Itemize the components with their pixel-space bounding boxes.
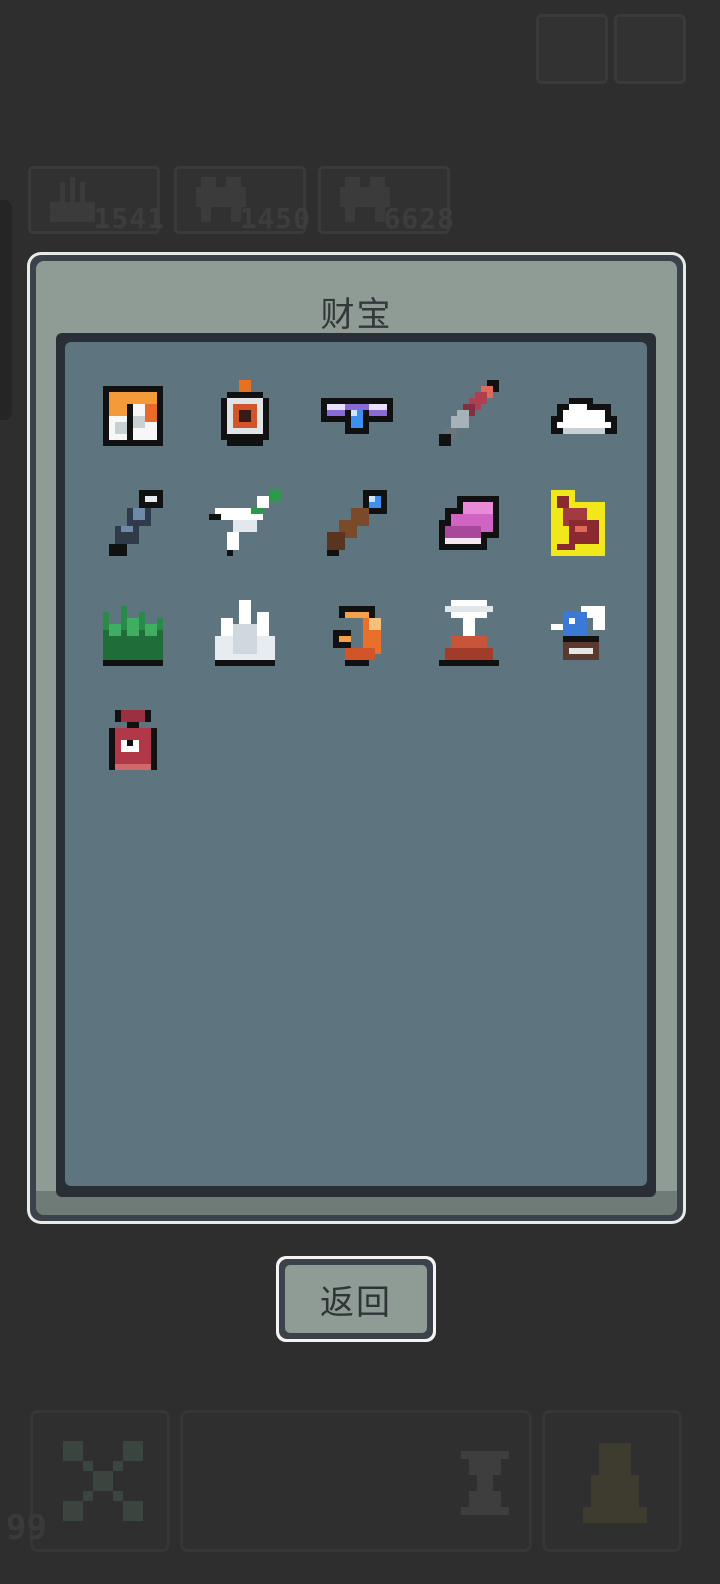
resource-counter-hand: 1541	[28, 166, 164, 235]
red-eye-orb-icon	[221, 380, 269, 446]
bottom-count: 99	[6, 1508, 47, 1548]
resource-counter-monster-2: 6628	[318, 166, 454, 235]
treasure-dialog: 财宝	[27, 252, 686, 1224]
resource-counter-monster-1: 1450	[174, 166, 310, 235]
treasure-item-crystal[interactable]	[209, 600, 281, 672]
green-grass-icon	[103, 606, 163, 666]
dialog-title: 财宝	[320, 295, 393, 335]
treasure-item-blue-creature[interactable]	[545, 600, 617, 672]
treasure-item-grass[interactable]	[97, 600, 169, 672]
treasure-grid	[65, 342, 647, 1186]
banner-icon	[103, 386, 163, 446]
treasure-item-sword[interactable]	[433, 380, 505, 452]
magic-staff-icon	[327, 490, 387, 556]
bottom-slot-battle[interactable]	[30, 1410, 170, 1552]
volcano-icon	[439, 600, 499, 666]
dialog-panel: 财宝	[36, 261, 677, 1215]
red-bird-icon	[551, 490, 605, 556]
bottom-slot-character[interactable]	[542, 1410, 682, 1552]
top-menu-button-1[interactable]	[536, 14, 608, 84]
treasure-item-banner[interactable]	[97, 380, 169, 452]
treasure-grid-frame	[56, 333, 656, 1197]
cloud-icon	[551, 398, 617, 434]
resource-count: 1541	[93, 202, 165, 235]
treasure-item-crescent[interactable]	[321, 600, 393, 672]
hourglass-icon	[461, 1451, 509, 1515]
treasure-item-volcano[interactable]	[433, 600, 505, 672]
treasure-item-magic-staff[interactable]	[321, 490, 393, 562]
blue-creature-icon	[551, 606, 605, 660]
red-pouch-icon	[109, 710, 157, 770]
treasure-item-pouch[interactable]	[97, 710, 169, 782]
treasure-item-cloud[interactable]	[545, 380, 617, 452]
crossed-swords-icon	[63, 1441, 143, 1521]
white-crystal-icon	[215, 600, 275, 666]
side-tab[interactable]	[0, 200, 12, 420]
paper-plane-icon	[209, 490, 281, 556]
back-button[interactable]: 返回	[276, 1256, 436, 1342]
sword-icon	[439, 380, 499, 446]
treasure-item-eye-orb[interactable]	[209, 380, 281, 452]
treasure-item-book[interactable]	[433, 490, 505, 562]
resource-count: 1450	[239, 202, 311, 235]
treasure-item-telescope[interactable]	[97, 490, 169, 562]
resource-count: 6628	[383, 202, 455, 235]
blue-gem-crown-icon	[321, 398, 393, 434]
orange-crescent-icon	[333, 606, 381, 666]
telescope-icon	[109, 490, 163, 556]
bottom-slot-middle[interactable]	[180, 1410, 532, 1552]
top-menu-button-2[interactable]	[614, 14, 686, 84]
character-icon	[583, 1443, 647, 1523]
treasure-item-gem-crown[interactable]	[321, 380, 393, 452]
pink-book-icon	[439, 496, 499, 550]
back-button-label: 返回	[285, 1265, 427, 1333]
treasure-item-paper-plane[interactable]	[209, 490, 281, 562]
treasure-item-red-bird[interactable]	[545, 490, 617, 562]
